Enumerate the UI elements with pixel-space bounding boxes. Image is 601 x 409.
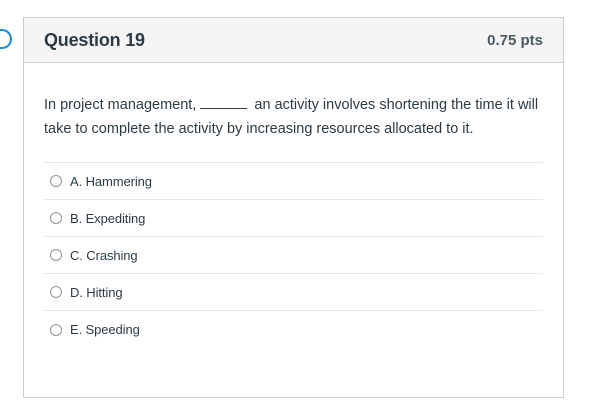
answer-option-c[interactable]: C. Crashing <box>44 237 543 274</box>
question-title: Question 19 <box>44 29 145 50</box>
question-card: Question 19 0.75 pts In project manageme… <box>23 17 564 398</box>
answer-option-e[interactable]: E. Speeding <box>44 311 543 348</box>
question-header: Question 19 0.75 pts <box>24 18 563 63</box>
answer-label-d[interactable]: D. Hitting <box>70 285 123 300</box>
answer-label-e[interactable]: E. Speeding <box>70 322 140 337</box>
answer-label-a[interactable]: A. Hammering <box>70 174 152 189</box>
radio-button-icon[interactable] <box>50 212 62 224</box>
radio-button-icon[interactable] <box>50 286 62 298</box>
question-text: In project management, an activity invol… <box>44 93 543 141</box>
radio-button-icon[interactable] <box>50 175 62 187</box>
answer-label-b[interactable]: B. Expediting <box>70 211 145 226</box>
answer-option-b[interactable]: B. Expediting <box>44 200 543 237</box>
flag-question-icon[interactable] <box>0 29 12 49</box>
quiz-page: Question 19 0.75 pts In project manageme… <box>0 0 601 409</box>
answer-option-d[interactable]: D. Hitting <box>44 274 543 311</box>
question-body: In project management, an activity invol… <box>24 63 563 348</box>
question-points: 0.75 pts <box>487 31 543 49</box>
radio-button-icon[interactable] <box>50 323 62 336</box>
answer-list: A. Hammering B. Expediting C. Crashing D… <box>44 162 543 348</box>
answer-option-a[interactable]: A. Hammering <box>44 163 543 200</box>
radio-button-icon[interactable] <box>50 249 62 261</box>
fill-in-blank <box>200 95 248 109</box>
question-text-before-blank: In project management, <box>44 97 197 113</box>
answer-label-c[interactable]: C. Crashing <box>70 248 138 263</box>
